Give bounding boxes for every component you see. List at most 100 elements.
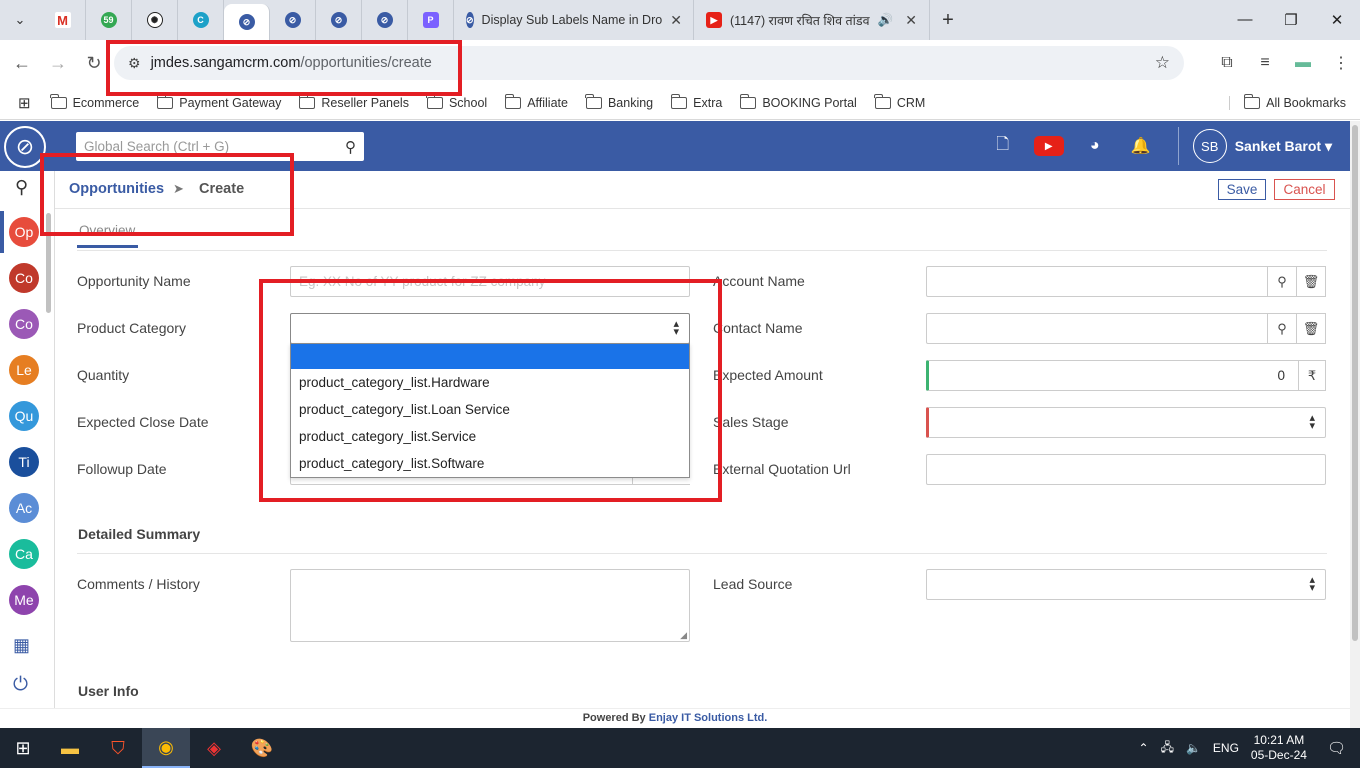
sidebar-scrollbar[interactable] (46, 213, 51, 313)
pinned-tab-crm-3[interactable]: ⊘ (316, 0, 362, 40)
breadcrumb-module[interactable]: Opportunities (69, 181, 164, 197)
sidebar-item-meetings[interactable]: Me (9, 585, 39, 615)
pinned-tab-gmail[interactable]: M (40, 0, 86, 40)
bookmark-folder[interactable]: Extra (670, 93, 722, 110)
file-explorer-icon[interactable]: ▬ (46, 728, 94, 768)
pinned-tab-badge[interactable]: 59 (86, 0, 132, 40)
dropdown-option[interactable]: product_category_list.Service (291, 423, 689, 450)
tab-search-chevron-icon[interactable]: ⌄ (0, 0, 40, 40)
chevron-up-icon[interactable]: ⌃ (1139, 741, 1149, 755)
search-icon[interactable]: ⚲ (1267, 266, 1297, 297)
clock[interactable]: 10:21 AM 05-Dec-24 (1251, 733, 1307, 763)
extensions-icon[interactable]: ⧉ (1208, 54, 1246, 72)
user-menu[interactable]: Sanket Barot ▾ (1235, 138, 1332, 155)
menu-icon[interactable]: ⋮ (1322, 53, 1360, 73)
sidebar-item-leads[interactable]: Le (9, 355, 39, 385)
cancel-button[interactable]: Cancel (1274, 179, 1335, 200)
bookmark-folder[interactable]: Ecommerce (49, 93, 139, 110)
apps-grid-icon[interactable]: ⊞ (18, 94, 31, 112)
close-icon[interactable]: ✕ (905, 12, 917, 29)
contact-name-input[interactable]: ⚲ 🗑 (926, 313, 1326, 344)
lead-source-select[interactable]: ▴ ▾ (926, 569, 1326, 600)
tab-overview[interactable]: Overview (77, 223, 138, 248)
forward-icon[interactable]: → (40, 53, 76, 74)
bookmark-folder[interactable]: Affiliate (504, 93, 568, 110)
network-icon[interactable]: 🖧 (1161, 738, 1174, 759)
close-window-icon[interactable]: ✕ (1314, 11, 1360, 29)
bookmark-folder[interactable]: Payment Gateway (156, 93, 281, 110)
windows-start-icon[interactable]: ⊞ (0, 728, 46, 768)
app-logo-icon[interactable]: ⊘ (4, 126, 46, 168)
sidebar-item-opportunities[interactable]: Op (9, 217, 39, 247)
calculator-icon[interactable]: ▦ (13, 635, 30, 656)
account-name-input[interactable]: ⚲ 🗑 (926, 266, 1326, 297)
bell-icon[interactable]: 🔔 (1118, 136, 1164, 156)
save-button[interactable]: Save (1218, 179, 1266, 200)
document-search-icon[interactable]: 🗋 (980, 133, 1026, 160)
sidebar-item-companies[interactable]: Co (9, 309, 39, 339)
product-category-select[interactable]: ▴ ▾ (290, 313, 690, 344)
search-icon[interactable]: ⚲ (15, 177, 28, 198)
sidebar-item-tickets[interactable]: Ti (9, 447, 39, 477)
sales-stage-select[interactable]: ▴ ▾ (926, 407, 1326, 438)
tab-youtube[interactable]: ▶ (1147) रावण रचित शिव तांडव 🔊 ✕ (694, 0, 930, 40)
app-icon[interactable]: ◈ (190, 728, 238, 768)
site-info-icon[interactable]: ⚙ (128, 55, 141, 72)
profile-icon[interactable]: ▬ (1284, 54, 1322, 72)
volume-icon[interactable]: 🔈 (1186, 741, 1201, 755)
bookmark-folder[interactable]: School (426, 93, 487, 110)
footer-company-link[interactable]: Enjay IT Solutions Ltd. (649, 712, 768, 724)
close-icon[interactable]: ✕ (670, 12, 682, 29)
search-icon[interactable]: ⚲ (1267, 313, 1297, 344)
pinned-tab-crm-2[interactable]: ⊘ (270, 0, 316, 40)
expected-amount-input[interactable]: 0 ₹ (926, 360, 1326, 391)
language-indicator[interactable]: ENG (1213, 741, 1239, 755)
speaker-icon[interactable]: 🔊 (878, 13, 894, 28)
sidebar-item-quotes[interactable]: Qu (9, 401, 39, 431)
opportunity-name-input[interactable]: Eg. XX No of YY product for ZZ company (290, 266, 690, 297)
dropdown-option[interactable]: product_category_list.Software (291, 450, 689, 477)
external-quotation-url-input[interactable] (926, 454, 1326, 485)
paint-icon[interactable]: 🎨 (238, 728, 286, 768)
comments-textarea[interactable]: ◢ (290, 569, 690, 642)
global-search-input[interactable]: Global Search (Ctrl + G) ⚲ (76, 132, 364, 161)
sidebar-item-contacts[interactable]: Co (9, 263, 39, 293)
pinned-tab-app[interactable]: P (408, 0, 454, 40)
brave-browser-icon[interactable]: ⛉ (94, 728, 142, 768)
resize-handle-icon[interactable]: ◢ (680, 630, 687, 641)
page-scrollbar[interactable] (1350, 121, 1360, 728)
search-icon[interactable]: ⚲ (345, 138, 356, 156)
youtube-icon[interactable]: ▶ (1026, 136, 1072, 157)
sidebar-item-calls[interactable]: Ca (9, 539, 39, 569)
pinned-tab-crm-active[interactable]: ⊘ (224, 4, 270, 40)
dropdown-option[interactable]: product_category_list.Loan Service (291, 396, 689, 423)
tab-display-sub-labels[interactable]: ⊘ Display Sub Labels Name in Dro ✕ (454, 0, 694, 40)
bookmark-folder[interactable]: BOOKING Portal (739, 93, 857, 110)
reload-icon[interactable]: ↻ (76, 53, 112, 74)
bookmark-folder[interactable]: Reseller Panels (298, 93, 409, 110)
bookmark-folder[interactable]: CRM (874, 93, 925, 110)
pinned-tab-canva[interactable]: C (178, 0, 224, 40)
power-icon[interactable]: ⏻ (13, 674, 28, 696)
pinned-tab-chatgpt[interactable]: ✺ (132, 0, 178, 40)
new-tab-button[interactable]: + (930, 9, 966, 32)
pinned-tab-crm-4[interactable]: ⊘ (362, 0, 408, 40)
dropdown-option[interactable]: product_category_list.Hardware (291, 369, 689, 396)
trash-icon[interactable]: 🗑 (1296, 313, 1326, 344)
sidebar-item-activities[interactable]: Ac (9, 493, 39, 523)
scrollbar-thumb[interactable] (1352, 125, 1358, 641)
media-control-icon[interactable]: ≡ (1246, 54, 1284, 72)
restore-icon[interactable]: ❐ (1268, 11, 1314, 29)
minimize-icon[interactable]: — (1222, 11, 1268, 29)
back-icon[interactable]: ← (4, 53, 40, 74)
chrome-icon[interactable]: ◉ (142, 728, 190, 768)
notifications-icon[interactable]: 🗨 (1327, 739, 1346, 757)
dropdown-option-empty[interactable] (291, 344, 689, 369)
address-bar[interactable]: ⚙ jmdes.sangamcrm.com/opportunities/crea… (114, 46, 1184, 80)
trash-icon[interactable]: 🗑 (1296, 266, 1326, 297)
bookmark-star-icon[interactable]: ☆ (1155, 53, 1170, 73)
all-bookmarks[interactable]: All Bookmarks (1229, 93, 1346, 110)
bookmark-folder[interactable]: Banking (585, 93, 653, 110)
globe-icon[interactable]: ◕ (1072, 137, 1118, 155)
avatar[interactable]: SB (1192, 129, 1227, 163)
